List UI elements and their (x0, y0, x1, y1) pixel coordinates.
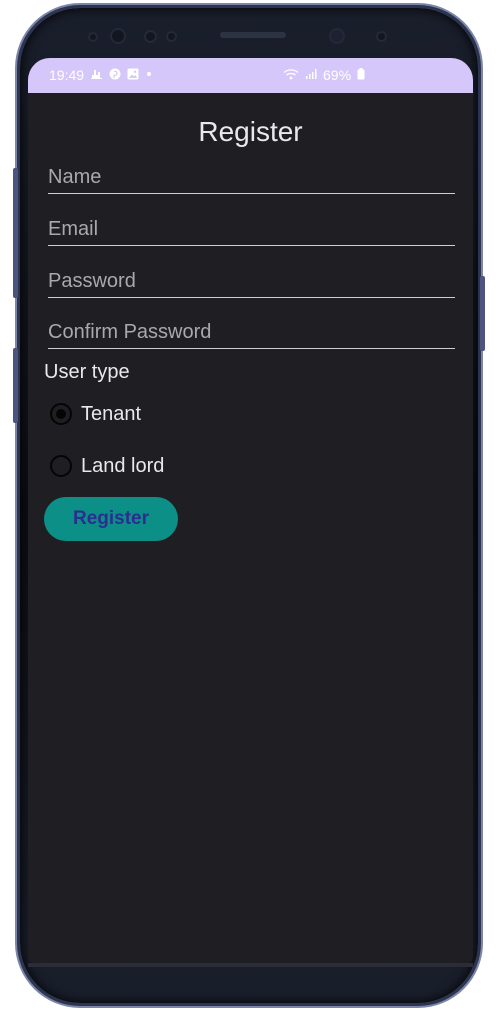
bixby-button (13, 348, 18, 423)
radio-unchecked-icon[interactable] (50, 455, 72, 477)
status-time: 19:49 (49, 67, 85, 83)
front-camera (329, 28, 345, 44)
front-camera-flash (376, 31, 387, 42)
light-sensor (144, 30, 157, 43)
power-button (480, 276, 485, 351)
radio-landlord[interactable]: Land lord (50, 451, 164, 481)
radio-tenant-label: Tenant (81, 402, 142, 425)
status-left: 19:49 (49, 67, 153, 83)
bottom-bezel-line (28, 963, 473, 967)
earpiece-speaker (220, 32, 286, 38)
radio-landlord-label: Land lord (81, 454, 165, 477)
phone-sensors (80, 22, 420, 52)
password-field-container (48, 265, 455, 298)
status-right: 69% (283, 67, 365, 83)
radio-checked-icon[interactable] (50, 403, 72, 425)
user-type-label: User type (44, 361, 130, 383)
name-input[interactable] (48, 161, 455, 193)
email-input[interactable] (48, 213, 455, 245)
radio-tenant[interactable]: Tenant (50, 399, 141, 429)
proximity-sensor (88, 32, 98, 42)
dot-icon (145, 68, 153, 83)
register-button[interactable]: Register (44, 497, 178, 541)
name-field-container (48, 161, 455, 194)
weather-icon (90, 68, 103, 83)
page-title: Register (198, 116, 303, 147)
pinterest-icon (109, 68, 121, 83)
status-bar: 19:49 69% (28, 58, 473, 93)
wifi-icon (283, 68, 299, 83)
volume-up-button (13, 168, 18, 298)
battery-icon (357, 67, 365, 83)
led-sensor (166, 31, 177, 42)
password-input[interactable] (48, 265, 455, 297)
iris-sensor (110, 28, 126, 44)
confirm-password-field-container (48, 316, 455, 349)
battery-percent: 69% (323, 67, 352, 83)
signal-icon (305, 68, 317, 83)
email-field-container (48, 213, 455, 246)
confirm-password-input[interactable] (48, 316, 455, 348)
app-screen: 19:49 69% Register Name Email User type … (28, 58, 473, 963)
gallery-icon (127, 68, 139, 83)
